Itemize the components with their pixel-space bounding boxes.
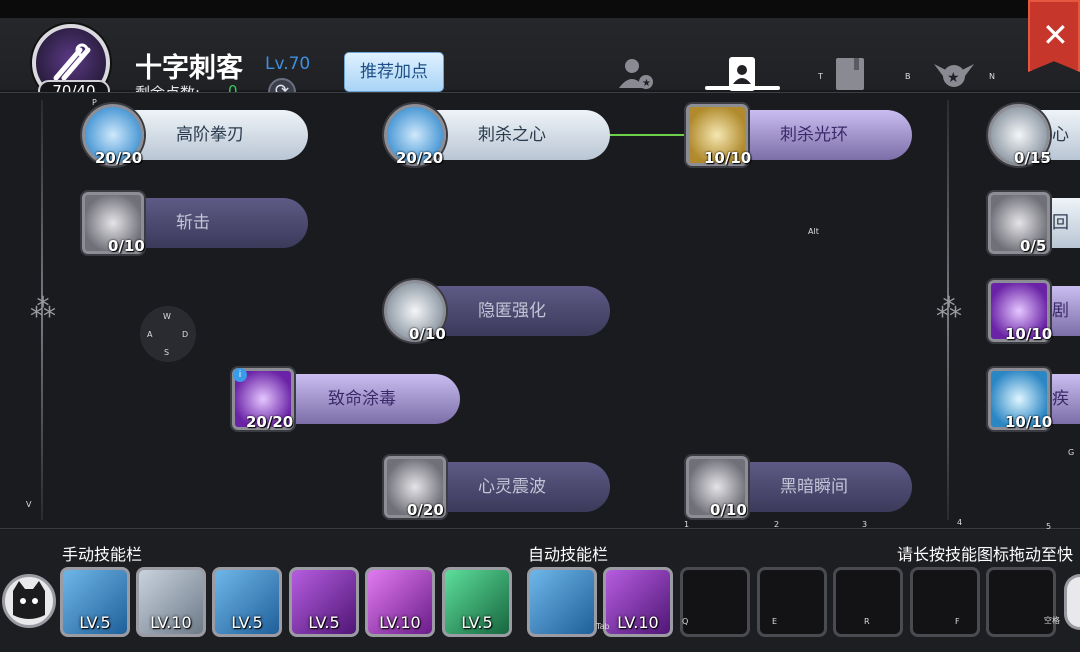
skill-count: 0/15 [1014,149,1051,167]
skill-name: 心灵震波 [478,477,546,497]
skill-name: 斩击 [176,213,210,233]
hotkey-g: G [1068,448,1075,457]
manual-skill-slot[interactable]: LV.5 [212,567,282,637]
pet-avatar[interactable] [2,574,56,628]
slot-level: LV.10 [617,613,659,632]
skill-name: 隐匿强化 [478,301,546,321]
wasd-hint: W A D S [140,306,196,362]
manual-skill-slot[interactable]: LV.10 [365,567,435,637]
skill-count: 0/10 [710,501,747,519]
skill-count: 20/20 [396,149,444,167]
manual-skill-slot[interactable]: LV.5 [289,567,359,637]
manual-skill-slot[interactable]: LV.10 [136,567,206,637]
class-name: 十字刺客 [135,53,243,84]
column-key: 1 [684,520,690,529]
close-button[interactable]: ✕ [1028,0,1080,72]
skill-name: 刺杀之心 [478,125,546,145]
wasd-a: A [147,330,153,339]
skill-count: 10/10 [1005,325,1053,343]
svg-text:★: ★ [947,70,960,86]
auto-skill-slot[interactable]: LV.10 [603,567,673,637]
slot-key: R [864,617,870,626]
skill-count: 0/10 [108,237,145,255]
hotkey-space: 空格 [1044,616,1060,625]
tab-key-n: N [989,72,995,81]
left-rail-ornament-icon: ⁂ [30,294,56,324]
skill-name: 黑暗瞬间 [780,477,848,497]
slot-level: LV.10 [379,613,421,632]
wasd-w: W [163,312,171,321]
svg-text:★: ★ [642,78,651,89]
slot-level: LV.10 [150,613,192,632]
slot-key: Q [682,617,689,626]
auto-skill-bar-title: 自动技能栏 [528,545,609,564]
crossed-blades-icon [53,43,91,81]
skill-count: 0/5 [1020,237,1047,255]
column-key: 3 [862,520,868,529]
book-icon [836,58,864,90]
top-strip [0,0,1080,18]
hotkey-alt: Alt [808,227,819,236]
wasd-s: S [164,348,170,357]
slot-level: LV.5 [308,613,340,632]
column-key: 4 [957,518,963,527]
manual-skill-bar-title: 手动技能栏 [62,545,143,564]
right-rail-ornament-icon: ⁂ [936,294,962,324]
extra-slot-avatar[interactable] [1064,574,1080,630]
tab-rank[interactable]: ★ [930,54,974,94]
user-star-icon: ★ [619,59,653,89]
winged-star-badge-icon: ★ [934,64,974,87]
manual-skill-slot[interactable]: LV.5 [60,567,130,637]
skill-count: 10/10 [704,149,752,167]
active-tab-indicator [705,86,780,90]
wasd-d: D [182,330,189,339]
manual-skill-slot[interactable]: LV.5 [442,567,512,637]
skill-connector [609,134,687,136]
header: 70/40 十字刺客 Lv.70 剩余点数: 0 ⟳ 推荐加点 ★ T B ★ … [0,18,1080,106]
recommend-points-button[interactable]: 推荐加点 [344,52,444,92]
skill-name: 刺杀光环 [780,125,848,145]
empty-skill-slot[interactable] [680,567,750,637]
hotkey-p: P [92,98,97,107]
empty-skill-slot[interactable] [757,567,827,637]
empty-skill-slot[interactable] [986,567,1056,637]
empty-skill-slot[interactable] [833,567,903,637]
slot-level: LV.5 [461,613,493,632]
hotkey-tab: Tab [596,622,610,631]
skill-count: 0/10 [409,325,446,343]
slot-level: LV.5 [79,613,111,632]
slot-key: F [955,617,960,626]
skill-count: 10/10 [1005,413,1053,431]
slot-level: LV.5 [231,613,263,632]
info-icon[interactable]: i [233,368,247,382]
tab-key-t: T [818,72,823,81]
hotkey-v: V [26,500,32,509]
skill-count: 20/20 [246,413,294,431]
class-level: Lv.70 [265,54,311,74]
tab-character[interactable]: ★ [616,54,656,94]
slot-key: E [772,617,778,626]
skill-name: 致命涂毒 [328,389,396,409]
cat-face-icon [13,581,45,619]
column-key: 2 [774,520,780,529]
auto-skill-slot[interactable] [527,567,597,637]
tab-key-b: B [905,72,911,81]
skill-count: 20/20 [95,149,143,167]
skill-name: 高阶拳刃 [176,125,244,145]
drag-hint: 请长按技能图标拖动至快 [897,545,1074,564]
skill-count: 0/20 [407,501,444,519]
tab-book[interactable] [830,54,870,94]
close-icon: ✕ [1042,16,1069,54]
empty-skill-slot[interactable] [910,567,980,637]
